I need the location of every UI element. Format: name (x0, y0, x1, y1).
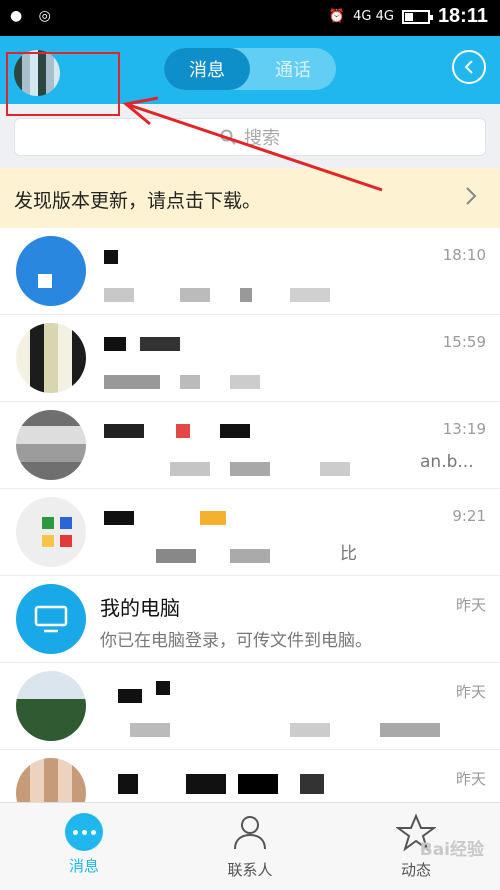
list-item[interactable]: 比 9:21 (0, 489, 500, 576)
message-icon (65, 813, 103, 851)
status-bar: ● ◎ ⏰ 4G 4G 18:11 (0, 0, 500, 36)
list-item[interactable]: 昨天 (0, 663, 500, 750)
message-call-switch: 消息 通话 (164, 48, 336, 90)
conversation-preview: an.b... (420, 452, 474, 472)
conversation-time: 13:19 (442, 420, 486, 438)
list-item[interactable]: 15:59 (0, 315, 500, 402)
tab-calls[interactable]: 通话 (250, 48, 336, 90)
list-item[interactable]: 18:10 (0, 228, 500, 315)
nav-contacts-label: 联系人 (227, 861, 273, 879)
notification-icons: ● ◎ (10, 8, 57, 24)
update-banner-text: 发现版本更新，请点击下载。 (14, 190, 262, 212)
contacts-icon (234, 816, 266, 850)
network-indicator: 4G 4G (353, 9, 394, 24)
tab-messages[interactable]: 消息 (164, 48, 250, 90)
avatar (16, 497, 86, 567)
conversation-time: 18:10 (442, 246, 486, 264)
conversation-time: 9:21 (452, 507, 486, 525)
search-input[interactable]: 搜索 (14, 118, 486, 156)
nav-messages-label: 消息 (68, 857, 99, 875)
avatar (16, 671, 86, 741)
chevron-left-icon (464, 60, 473, 74)
chevron-right-icon (466, 187, 477, 205)
alarm-icon: ⏰ (328, 9, 346, 24)
avatar (16, 236, 86, 306)
back-button[interactable] (452, 50, 486, 84)
conversation-time: 昨天 (455, 683, 486, 701)
conversation-list: 18:10 15:59 an.b... 13:19 比 9:21 我的电脑 你已… (0, 228, 500, 836)
search-icon (220, 129, 236, 145)
annotation-box (6, 52, 120, 116)
nav-messages[interactable]: 消息 (34, 813, 134, 876)
battery-icon (401, 9, 433, 24)
update-banner[interactable]: 发现版本更新，请点击下载。 (0, 168, 500, 228)
avatar (16, 584, 86, 654)
conversation-time: 15:59 (442, 333, 486, 351)
nav-contacts[interactable]: 联系人 (200, 813, 300, 880)
avatar (16, 410, 86, 480)
avatar (16, 323, 86, 393)
conversation-time: 昨天 (455, 770, 486, 788)
computer-icon (34, 605, 68, 633)
status-time: 18:11 (437, 5, 488, 27)
search-placeholder: 搜索 (244, 128, 280, 149)
watermark: Bai经验 (419, 840, 484, 860)
list-item[interactable]: an.b... 13:19 (0, 402, 500, 489)
conversation-preview: 比 (340, 544, 357, 564)
conversation-preview: 你已在电脑登录，可传文件到电脑。 (100, 631, 372, 651)
list-item[interactable]: 我的电脑 你已在电脑登录，可传文件到电脑。 昨天 (0, 576, 500, 663)
conversation-time: 昨天 (455, 596, 486, 614)
conversation-title: 我的电脑 (100, 596, 180, 620)
nav-dynamic-label: 动态 (400, 861, 431, 879)
